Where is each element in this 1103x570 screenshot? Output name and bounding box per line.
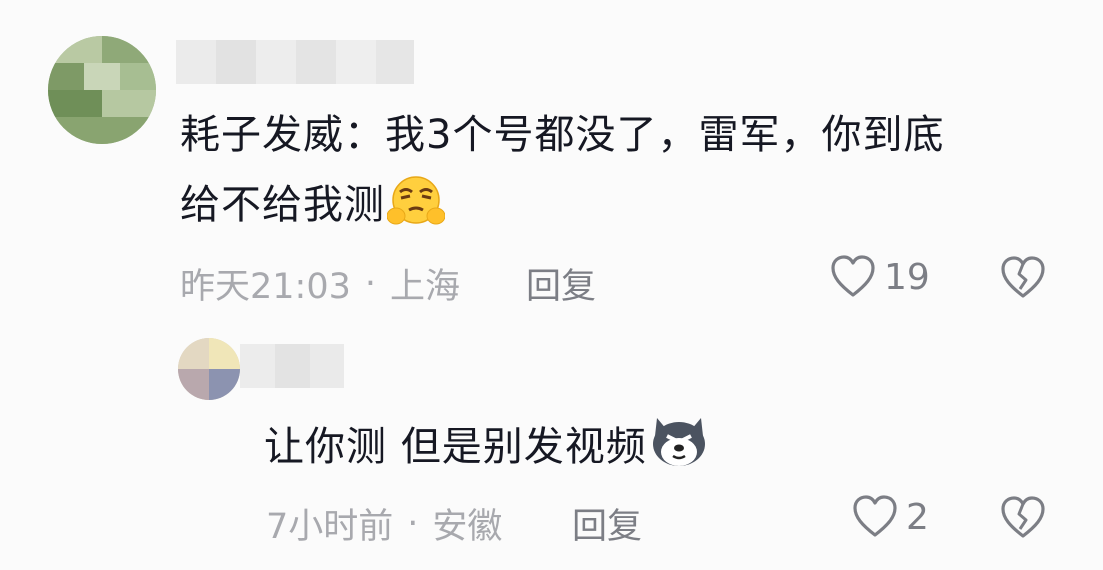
reply-button[interactable]: 回复 — [572, 498, 642, 549]
reply-button[interactable]: 回复 — [526, 258, 596, 309]
avatar[interactable] — [178, 338, 240, 400]
comment-meta: 7小时前 · 安徽 — [266, 498, 502, 549]
dislike-button[interactable] — [1000, 256, 1046, 304]
like-button[interactable]: 2 — [852, 495, 929, 539]
sulking-face-emoji — [387, 176, 445, 225]
username[interactable] — [176, 40, 414, 84]
username[interactable] — [240, 344, 344, 388]
comment-text: 耗子发威：我3个号都没了，雷军，你到底 给不给我测 — [180, 100, 1060, 240]
broken-heart-icon — [1001, 256, 1045, 298]
avatar[interactable] — [48, 36, 156, 144]
comment-meta: 昨天21:03 · 上海 — [180, 258, 460, 309]
location: 安徽 — [432, 507, 503, 547]
broken-heart-icon — [1001, 496, 1045, 538]
separator: · — [407, 503, 419, 544]
heart-outline-icon — [853, 495, 897, 537]
comment-text-line: 耗子发威：我3个号都没了，雷军，你到底 — [180, 112, 945, 158]
timestamp: 7小时前 — [266, 507, 394, 547]
heart-outline-icon — [831, 255, 875, 297]
like-count: 2 — [906, 496, 929, 538]
like-count: 19 — [884, 256, 930, 298]
like-button[interactable]: 19 — [830, 255, 930, 299]
separator: · — [364, 263, 377, 304]
location: 上海 — [390, 267, 461, 307]
comment-text-line: 给不给我测 — [180, 170, 1060, 240]
timestamp: 昨天21:03 — [180, 267, 351, 307]
dislike-button[interactable] — [1000, 496, 1046, 544]
husky-dog-emoji — [652, 418, 705, 466]
comment-text: 让你测 但是别发视频 — [264, 412, 964, 482]
